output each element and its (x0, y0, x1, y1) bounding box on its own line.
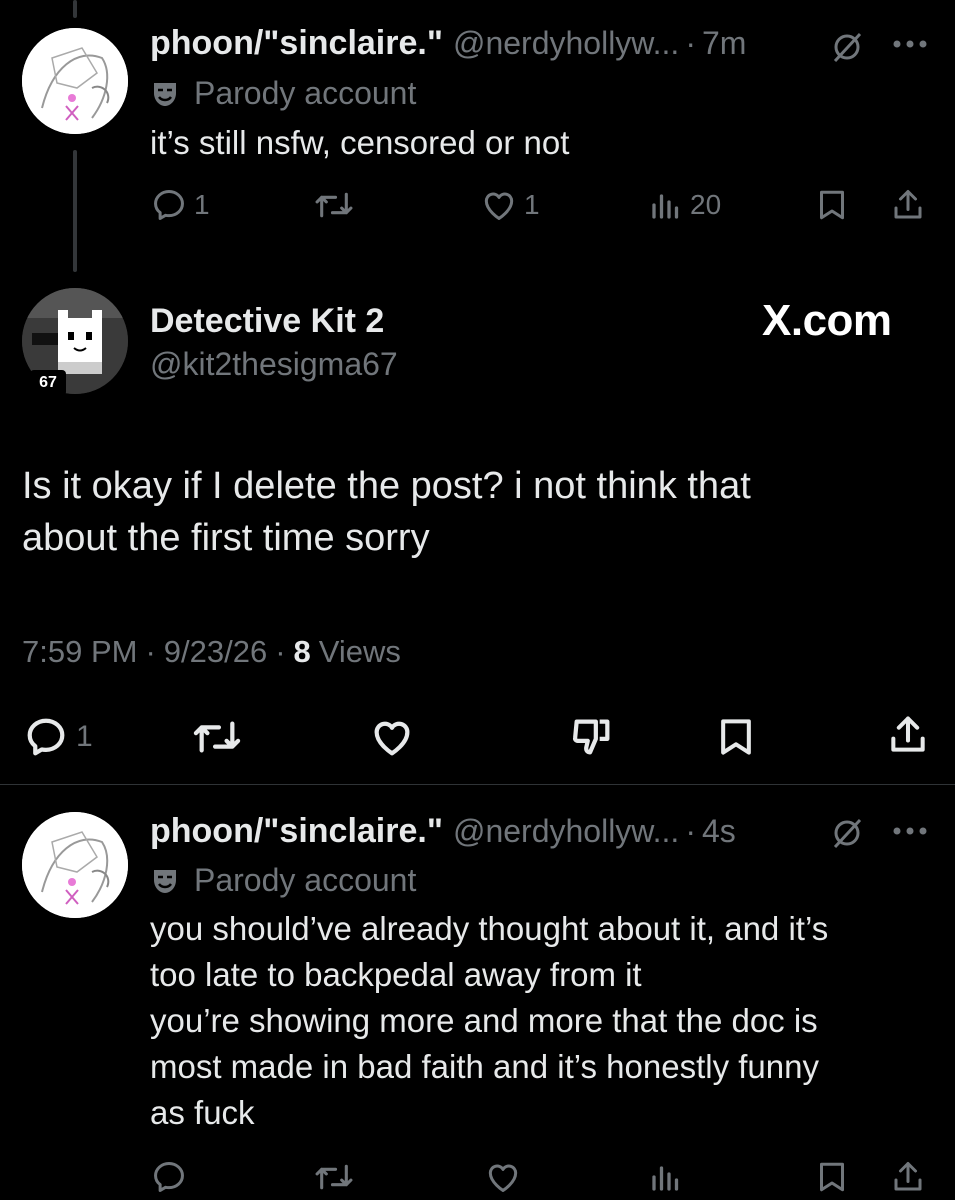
reply-header: phoon/"sinclaire." @nerdyhollyw... · 7m (150, 24, 746, 63)
reply-icon (154, 1162, 184, 1192)
views-label: Views (318, 634, 401, 669)
repost-button[interactable] (192, 714, 242, 760)
post-time[interactable]: 4s (702, 813, 736, 850)
avatar[interactable] (22, 28, 128, 134)
display-name[interactable]: phoon/"sinclaire." (150, 812, 443, 851)
heart-icon (488, 1164, 518, 1192)
reply-button[interactable]: 1 (150, 186, 210, 224)
reply-count: 1 (76, 720, 93, 753)
post-date[interactable]: 9/23/26 (164, 634, 267, 670)
share-button[interactable] (890, 1158, 926, 1196)
downvote-button[interactable] (568, 714, 616, 760)
post-text: it’s still nsfw, censored or not (150, 124, 570, 161)
parody-account-badge: Parody account (194, 75, 417, 111)
reply-icon (27, 718, 65, 756)
bookmark-icon (820, 190, 844, 220)
parody-mask-icon (154, 82, 176, 106)
parody-label: Parody account (150, 862, 416, 899)
user-handle[interactable]: @nerdyhollyw... (453, 813, 679, 850)
post-text-line: you’re showing more and more that the do… (150, 1002, 818, 1039)
share-icon (891, 716, 925, 752)
post-time[interactable]: 7:59 PM (22, 634, 137, 670)
parody-label: Parody account (150, 75, 416, 112)
share-icon (894, 1162, 922, 1191)
heart-icon (374, 721, 410, 756)
separator-dot: · (275, 634, 286, 669)
avatar[interactable] (22, 812, 128, 918)
like-button[interactable] (368, 714, 416, 760)
views-chart-icon (652, 194, 679, 219)
post-time[interactable]: 7m (702, 25, 746, 62)
bookmark-button[interactable] (814, 186, 850, 224)
view-count: 20 (690, 189, 722, 220)
bookmark-icon (820, 1162, 844, 1192)
post-text-line: most made in bad faith and it’s honestly… (150, 1048, 819, 1085)
share-button[interactable] (890, 186, 926, 224)
thumbs-down-icon (572, 719, 610, 755)
repost-icon (315, 192, 353, 218)
reply-button[interactable]: 1 (22, 714, 93, 760)
post-text: you should’ve already thought about it, … (150, 906, 828, 1136)
avatar-badge: 67 (30, 370, 66, 396)
views-button[interactable]: 20 (648, 186, 721, 224)
repost-icon (315, 1164, 353, 1190)
views-button[interactable] (648, 1158, 684, 1196)
thread-line (73, 150, 77, 272)
repost-button[interactable] (314, 186, 354, 224)
post-text-line: too late to backpedal away from it (150, 956, 642, 993)
share-icon (894, 190, 922, 219)
views-chart-icon (652, 1166, 679, 1191)
heart-icon (484, 192, 514, 220)
main-post-line: Is it okay if I delete the post? i not t… (22, 465, 751, 507)
bookmark-button[interactable] (714, 714, 758, 760)
more-options-icon[interactable] (892, 38, 928, 50)
separator-dot: · (685, 813, 696, 849)
reply-icon (154, 190, 184, 220)
xcom-watermark: X.com (762, 296, 892, 345)
like-count: 1 (524, 189, 540, 220)
repost-icon (193, 721, 241, 753)
views-count: 8 (293, 634, 311, 669)
separator-dot: · (145, 634, 156, 669)
post-metadata: 7:59 PM · 9/23/26 · 8 Views (22, 634, 401, 670)
main-post-line: about the first time sorry (22, 517, 430, 559)
display-name[interactable]: phoon/"sinclaire." (150, 24, 443, 63)
reply-count: 1 (194, 189, 210, 220)
share-button[interactable] (886, 712, 930, 758)
bookmark-icon (721, 719, 751, 755)
grok-icon[interactable] (830, 816, 864, 850)
user-handle[interactable]: @nerdyhollyw... (453, 25, 679, 62)
repost-button[interactable] (314, 1158, 354, 1196)
parody-mask-icon (154, 869, 176, 893)
parody-account-badge: Parody account (194, 862, 417, 898)
post-text-line: you should’ve already thought about it, … (150, 910, 829, 947)
grok-icon[interactable] (830, 30, 864, 64)
post-divider (0, 784, 955, 785)
reply-header: phoon/"sinclaire." @nerdyhollyw... · 4s (150, 812, 736, 851)
thread-line-top (73, 0, 77, 18)
like-button[interactable]: 1 (480, 186, 540, 224)
like-button[interactable] (484, 1158, 522, 1196)
reply-button[interactable] (150, 1158, 188, 1196)
avatar-badge-text: 67 (39, 374, 57, 391)
avatar-sketch-icon (22, 28, 128, 134)
display-name[interactable]: Detective Kit 2 (150, 302, 384, 341)
separator-dot: · (685, 25, 696, 61)
main-post-text: Is it okay if I delete the post? i not t… (22, 460, 751, 564)
more-options-icon[interactable] (892, 825, 928, 837)
post-text-line: as fuck (150, 1094, 255, 1131)
avatar-sketch-icon (22, 812, 128, 918)
user-handle[interactable]: @kit2thesigma67 (150, 346, 398, 383)
bookmark-button[interactable] (814, 1158, 850, 1196)
